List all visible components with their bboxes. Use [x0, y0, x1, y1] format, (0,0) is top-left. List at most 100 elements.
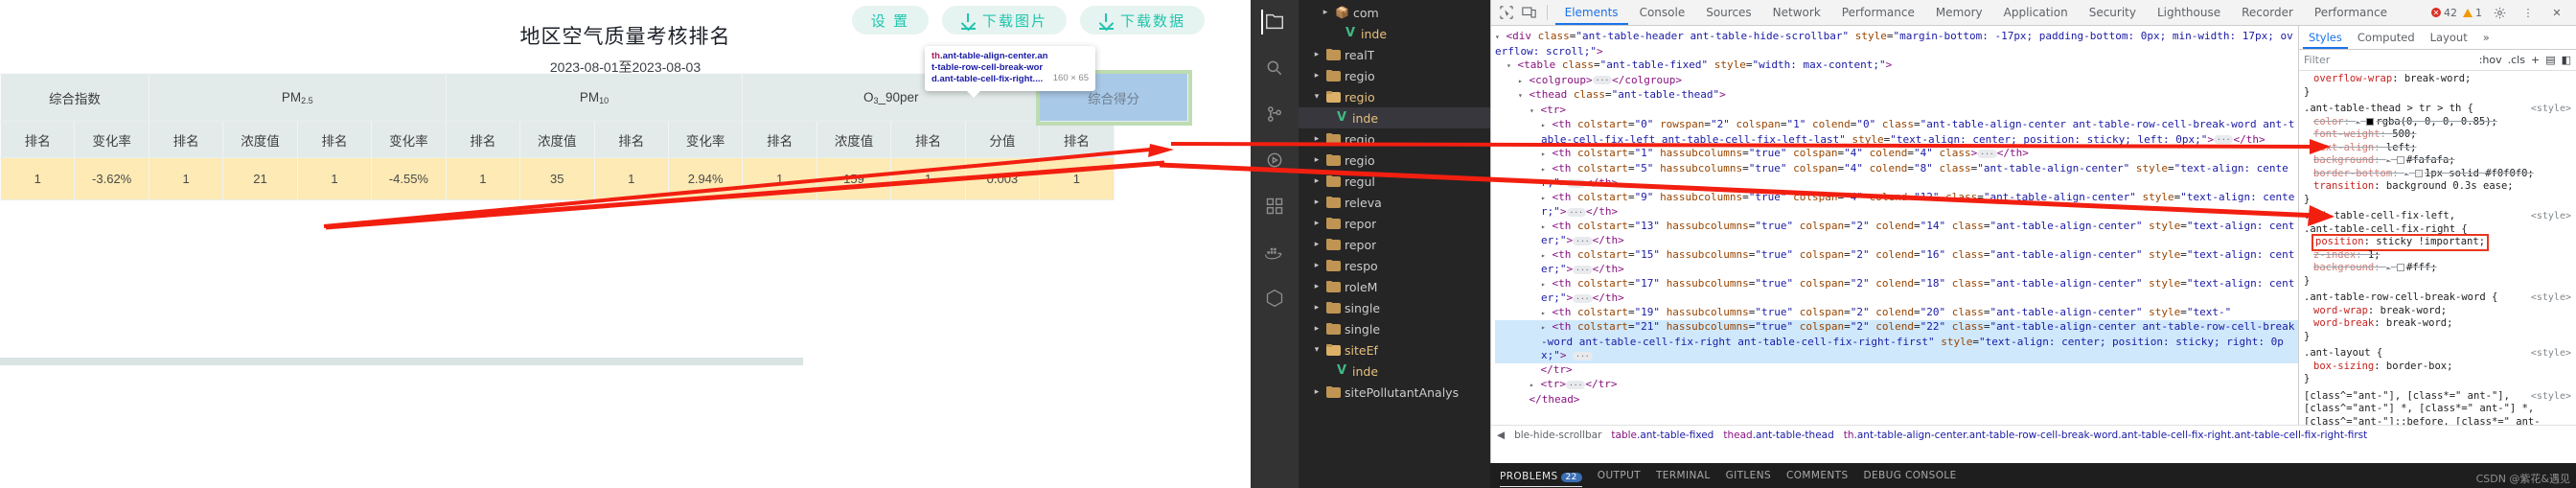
computed-tab[interactable]: Computed — [2352, 26, 2421, 49]
style-declaration[interactable]: word-break: break-word; — [2304, 317, 2571, 331]
explorer-item[interactable]: ▾ regio — [1299, 86, 1490, 107]
explorer-item[interactable]: ▸ 📦 com — [1299, 2, 1490, 23]
panel-tab-problems[interactable]: PROBLEMS 22 — [1500, 464, 1582, 487]
chevron-right-icon[interactable]: ▸ — [1541, 323, 1546, 332]
expand-arrow-icon[interactable]: ▸ — [2356, 118, 2360, 127]
color-swatch[interactable] — [2366, 117, 2375, 126]
chevron-right-icon[interactable]: ▸ — [1311, 387, 1322, 397]
sub-header-cell[interactable]: 浓度值 — [519, 121, 595, 158]
chevron-right-icon[interactable]: ▸ — [1311, 155, 1322, 165]
explorer-item[interactable]: ▸ repor — [1299, 213, 1490, 234]
style-declaration[interactable]: background: ▸ #fafafa; — [2304, 154, 2571, 168]
source-control-icon[interactable] — [1262, 102, 1287, 127]
dom-node-line[interactable]: ▸ <th colstart="19" hassubcolumns="true"… — [1495, 306, 2298, 321]
tab-memory[interactable]: Memory — [1926, 0, 1992, 25]
panel-tab-comments[interactable]: COMMENTS — [1786, 470, 1848, 481]
explorer-item[interactable]: ▸ sitePollutantAnalys — [1299, 382, 1490, 403]
sub-header-cell[interactable]: 排名 — [0, 121, 76, 158]
chevron-right-icon[interactable]: ▸ — [1541, 222, 1546, 231]
explorer-item[interactable]: ▸ regio — [1299, 65, 1490, 86]
file-explorer-tree[interactable]: ▸ 📦 com Vinde ▸ realT ▸ regio ▾ regio Vinde ▸ regio ▸… — [1299, 0, 1490, 488]
dom-node-line[interactable]: ▾ <thead class="ant-table-thead"> — [1495, 88, 2298, 104]
chevron-right-icon[interactable]: ▸ — [1320, 8, 1331, 17]
chevron-right-icon[interactable]: ▸ — [1541, 121, 1546, 129]
tab-recorder[interactable]: Recorder — [2232, 0, 2303, 25]
chevron-down-icon[interactable]: ▾ — [1506, 61, 1511, 70]
style-declaration[interactable]: border-bottom: ▸ 1px solid #f0f0f0; — [2304, 168, 2571, 181]
chevron-right-icon[interactable]: ▸ — [1541, 251, 1546, 260]
dom-node-line[interactable]: ▸ <tr> ··· </tr> — [1495, 378, 2298, 393]
explorer-item[interactable]: Vinde — [1299, 360, 1490, 382]
sub-header-cell[interactable]: 排名 — [148, 121, 224, 158]
chevron-down-icon[interactable]: ▾ — [1311, 92, 1322, 102]
dom-node-line[interactable]: ▸ <colgroup> ··· </colgroup> — [1495, 74, 2298, 89]
style-declaration[interactable]: text-align: left; — [2304, 142, 2571, 155]
explorer-item[interactable]: ▸ roleM — [1299, 276, 1490, 297]
chevron-right-icon[interactable]: ▸ — [1518, 77, 1523, 85]
style-declaration[interactable]: position: sticky !important; — [2304, 234, 2571, 251]
panel-tab-output[interactable]: OUTPUT — [1598, 470, 1641, 481]
style-declaration[interactable]: } — [2304, 86, 2571, 100]
chevron-right-icon[interactable]: ▸ — [1311, 134, 1322, 144]
style-rule[interactable]: <style> .ant-table-cell-fix-left, .ant-ta… — [2304, 210, 2571, 288]
styles-rules-list[interactable]: overflow-wrap: break-word;} <style> .ant-t… — [2299, 71, 2576, 444]
dom-node-line[interactable]: ▸ <th colstart="17" hassubcolumns="true"… — [1495, 277, 2298, 306]
sub-header-cell[interactable]: 排名 — [296, 121, 373, 158]
tab-security[interactable]: Security — [2080, 0, 2146, 25]
download-data-button[interactable]: 下载数据 — [1079, 6, 1205, 35]
dom-node-line[interactable]: ▾ <table class="ant-table-fixed" style="… — [1495, 58, 2298, 74]
styles-filter-input[interactable]: Filter — [2304, 54, 2473, 67]
layout-tab[interactable]: Layout — [2425, 26, 2473, 49]
style-rule[interactable]: overflow-wrap: break-word;} — [2304, 73, 2571, 99]
chevron-right-icon[interactable]: ▸ — [1311, 198, 1322, 207]
sub-header-cell[interactable]: 分值 — [964, 121, 1041, 158]
warning-badge[interactable]: 1 — [2463, 6, 2482, 19]
dom-node-line[interactable]: ▸ <th colstart="9" hassubcolumns="true" … — [1495, 191, 2298, 220]
tab-network[interactable]: Network — [1763, 0, 1830, 25]
explorer-item[interactable]: ▸ single — [1299, 297, 1490, 318]
color-swatch[interactable] — [2415, 169, 2423, 177]
explorer-item[interactable]: ▸ regio — [1299, 150, 1490, 171]
explorer-icon[interactable] — [1261, 10, 1286, 35]
chevron-right-icon[interactable]: ▸ — [1541, 194, 1546, 202]
breadcrumb-scroll-left-icon[interactable]: ◀ — [1497, 430, 1505, 441]
chevron-right-icon[interactable]: ▸ — [1541, 280, 1546, 289]
expand-arrow-icon[interactable]: ▸ — [2386, 156, 2391, 165]
more-tabs-icon[interactable]: » — [2477, 26, 2496, 49]
explorer-item[interactable]: ▸ realT — [1299, 44, 1490, 65]
dom-node-line[interactable]: ▸ <th colstart="5" hassubcolumns="true" … — [1495, 162, 2298, 191]
dom-node-line[interactable]: </thead> — [1495, 393, 2298, 408]
panel-tab-terminal[interactable]: TERMINAL — [1656, 470, 1711, 481]
dom-node-line[interactable]: ▾ <tr> — [1495, 104, 2298, 119]
style-declaration[interactable]: overflow-wrap: break-word; — [2304, 73, 2571, 86]
new-style-rule-icon[interactable]: + — [2531, 54, 2540, 67]
toggle-sidebar-icon[interactable]: ◧ — [2562, 54, 2571, 67]
breadcrumb-item[interactable]: table.ant-table-fixed — [1611, 430, 1714, 441]
sub-header-cell[interactable]: 浓度值 — [816, 121, 892, 158]
remote-explorer-icon[interactable] — [1262, 286, 1287, 311]
dom-node-line[interactable]: ▸ <th colstart="15" hassubcolumns="true"… — [1495, 248, 2298, 277]
expand-arrow-icon[interactable]: ▸ — [2386, 264, 2391, 272]
color-swatch[interactable] — [2397, 156, 2405, 164]
style-declaration[interactable]: background: ▸ #fff; — [2304, 262, 2571, 275]
explorer-item[interactable]: ▸ releva — [1299, 192, 1490, 213]
group-header-pm10[interactable]: PM10 — [445, 73, 744, 122]
dom-node-line[interactable]: ▸ <th colstart="1" hassubcolumns="true" … — [1495, 147, 2298, 162]
chevron-right-icon[interactable]: ▸ — [1311, 303, 1322, 313]
style-declaration[interactable]: transition: background 0.3s ease; — [2304, 180, 2571, 194]
download-image-button[interactable]: 下载图片 — [941, 6, 1067, 35]
explorer-item[interactable]: ▸ respo — [1299, 255, 1490, 276]
chevron-right-icon[interactable]: ▸ — [1311, 50, 1322, 59]
tab-application[interactable]: Application — [1994, 0, 2078, 25]
tab-performance[interactable]: Performance — [1832, 0, 1924, 25]
chevron-right-icon[interactable]: ▸ — [1311, 282, 1322, 291]
close-devtools-icon[interactable]: ✕ — [2545, 2, 2568, 23]
chevron-right-icon[interactable]: ▸ — [1311, 240, 1322, 249]
style-rule[interactable]: <style> .ant-table-row-cell-break-word {w… — [2304, 291, 2571, 343]
cls-toggle[interactable]: .cls — [2508, 54, 2525, 67]
chevron-down-icon[interactable]: ▾ — [1530, 106, 1534, 115]
chevron-right-icon[interactable]: ▸ — [1311, 324, 1322, 334]
style-declaration[interactable]: font-weight: 500; — [2304, 128, 2571, 142]
computed-sidebar-icon[interactable]: ▤ — [2545, 54, 2555, 67]
device-toolbar-icon[interactable] — [1519, 2, 1539, 23]
